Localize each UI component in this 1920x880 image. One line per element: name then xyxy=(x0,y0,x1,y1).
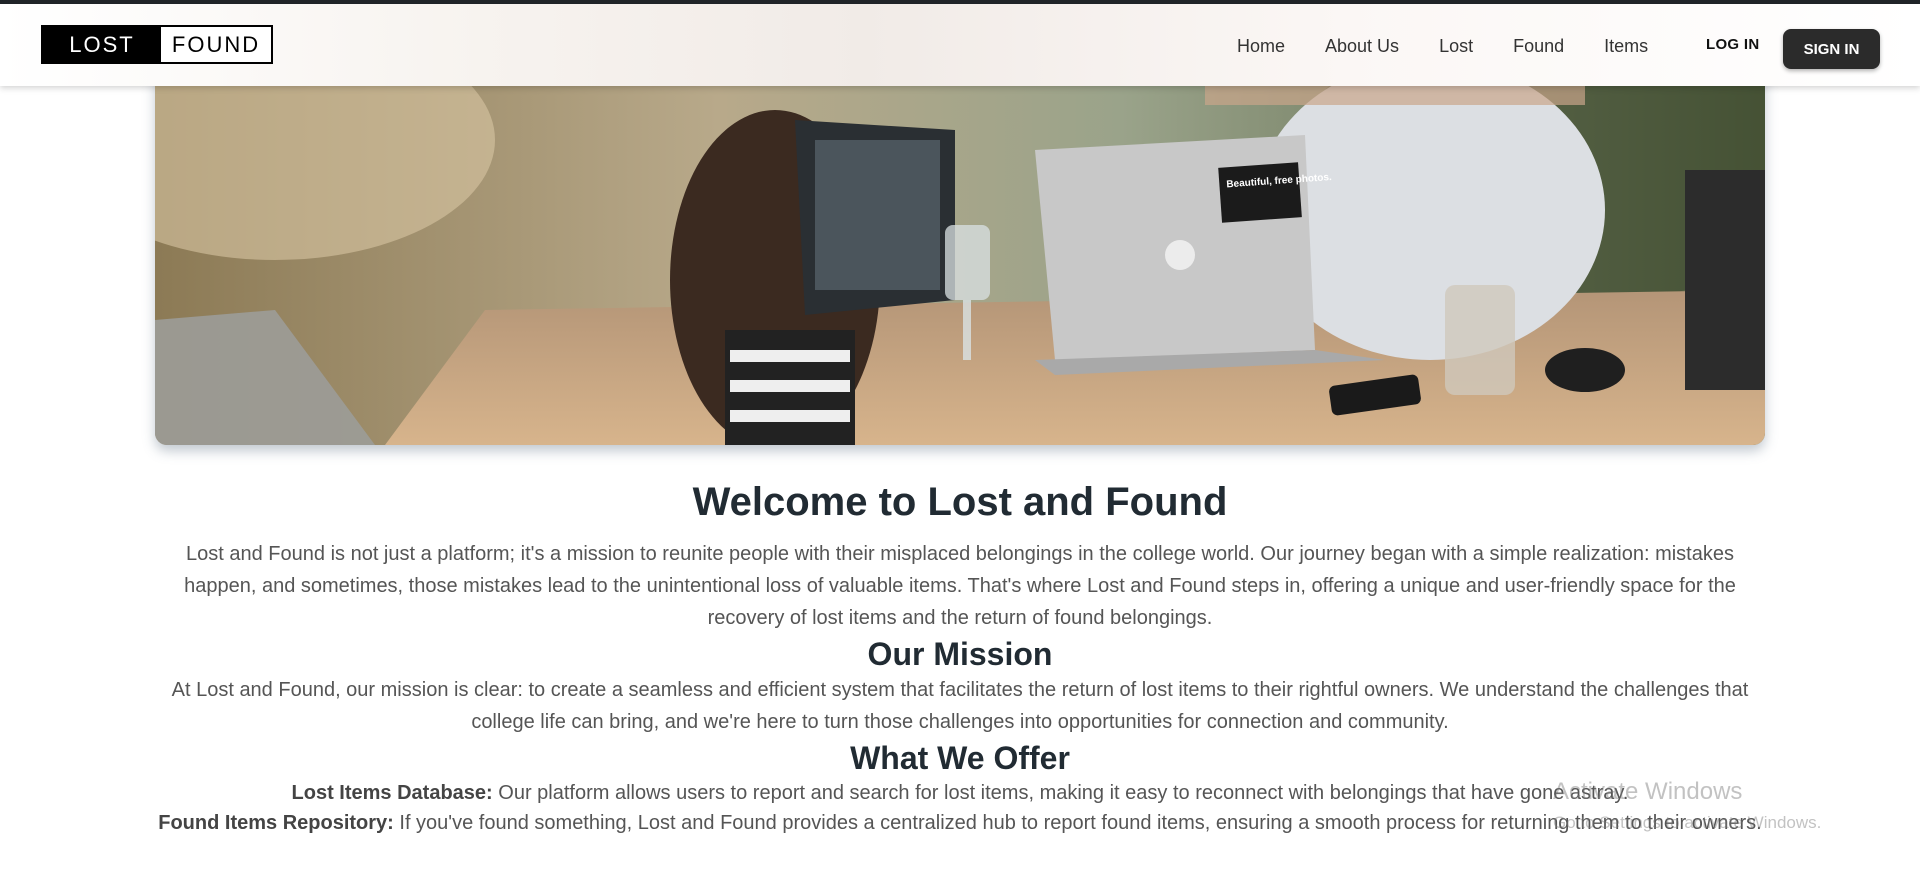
mission-title: Our Mission xyxy=(867,636,1053,672)
nav-link-about-us[interactable]: About Us xyxy=(1325,34,1399,58)
hero-image: Beautiful, free photos. xyxy=(155,60,1765,445)
welcome-title: Welcome to Lost and Found xyxy=(692,480,1228,524)
nav-links: Home About Us Lost Found Items xyxy=(1237,34,1688,58)
nav-link-found[interactable]: Found xyxy=(1513,34,1564,58)
nav-link-lost[interactable]: Lost xyxy=(1439,34,1473,58)
offer-item: Lost Items Database: Our platform allows… xyxy=(150,778,1770,808)
offer-item: Found Items Repository: If you've found … xyxy=(150,808,1770,838)
welcome-text: Lost and Found is not just a platform; i… xyxy=(184,543,1736,629)
nav-link-items[interactable]: Items xyxy=(1604,34,1648,58)
offer-item-text: Our platform allows users to report and … xyxy=(492,782,1629,804)
login-button[interactable]: LOG IN xyxy=(1706,36,1759,53)
signin-button[interactable]: SIGN IN xyxy=(1783,29,1880,69)
about-content: Welcome to Lost and Found Lost and Found… xyxy=(150,470,1770,838)
navbar: LOST FOUND Home About Us Lost Found Item… xyxy=(0,4,1920,86)
brand-logo-lost: LOST xyxy=(43,27,161,62)
offer-item-label: Lost Items Database: xyxy=(291,782,493,804)
hero-photo-illustration: Beautiful, free photos. xyxy=(155,60,1765,445)
brand-logo-found: FOUND xyxy=(161,27,271,62)
nav-link-home[interactable]: Home xyxy=(1237,34,1285,58)
windows-activation-watermark: Activate Windows xyxy=(1553,778,1743,805)
brand-logo[interactable]: LOST FOUND xyxy=(41,25,273,64)
offer-item-label: Found Items Repository: xyxy=(158,812,394,834)
windows-activation-subtitle: Go to Settings to activate Windows. xyxy=(1553,813,1822,832)
mission-text: At Lost and Found, our mission is clear:… xyxy=(171,679,1749,733)
offer-title: What We Offer xyxy=(850,740,1070,776)
